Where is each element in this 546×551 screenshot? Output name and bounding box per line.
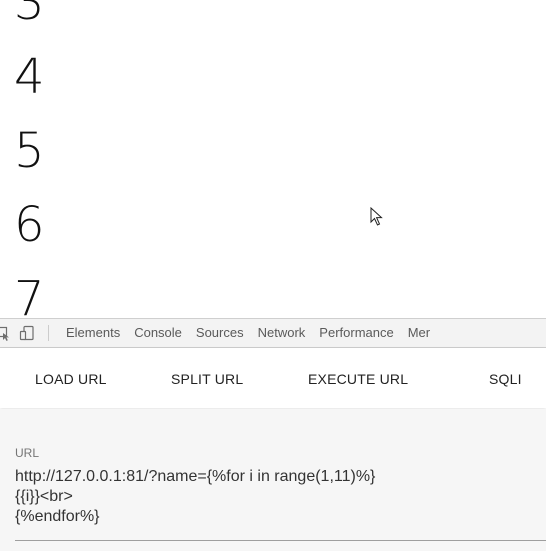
- rendered-number: 4: [14, 49, 45, 105]
- tab-network[interactable]: Network: [251, 319, 313, 347]
- tab-performance[interactable]: Performance: [312, 319, 400, 347]
- device-toolbar-icon[interactable]: [18, 324, 36, 342]
- tab-memory[interactable]: Mer: [401, 319, 437, 347]
- tab-console[interactable]: Console: [127, 319, 189, 347]
- load-url-button[interactable]: LOAD URL: [35, 348, 107, 408]
- rendered-number-list: 3 4 5 6 7: [14, 0, 45, 318]
- extension-toolbar: LOAD URL SPLIT URL EXECUTE URL SQLI: [0, 348, 546, 408]
- url-textarea[interactable]: http://127.0.0.1:81/?name={%for i in ran…: [15, 467, 546, 541]
- url-panel: URL http://127.0.0.1:81/?name={%for i in…: [0, 409, 546, 551]
- inspect-element-icon[interactable]: [0, 324, 12, 342]
- execute-url-button[interactable]: EXECUTE URL: [308, 348, 408, 408]
- rendered-number: 7: [14, 271, 45, 318]
- tab-elements[interactable]: Elements: [59, 319, 127, 347]
- browser-window: 3 4 5 6 7 Elements Console Sources Netwo…: [0, 0, 546, 551]
- split-url-button[interactable]: SPLIT URL: [171, 348, 243, 408]
- sqli-menu-button[interactable]: SQLI: [489, 348, 522, 408]
- rendered-number: 5: [14, 123, 45, 179]
- page-viewport: 3 4 5 6 7: [0, 0, 546, 318]
- tab-sources[interactable]: Sources: [189, 319, 251, 347]
- devtools-tab-bar: Elements Console Sources Network Perform…: [0, 318, 546, 348]
- mouse-pointer-icon: [370, 207, 383, 226]
- toolbar-divider: [48, 325, 49, 341]
- rendered-number: 3: [14, 0, 45, 31]
- rendered-number: 6: [14, 197, 45, 253]
- url-field-label: URL: [15, 446, 40, 460]
